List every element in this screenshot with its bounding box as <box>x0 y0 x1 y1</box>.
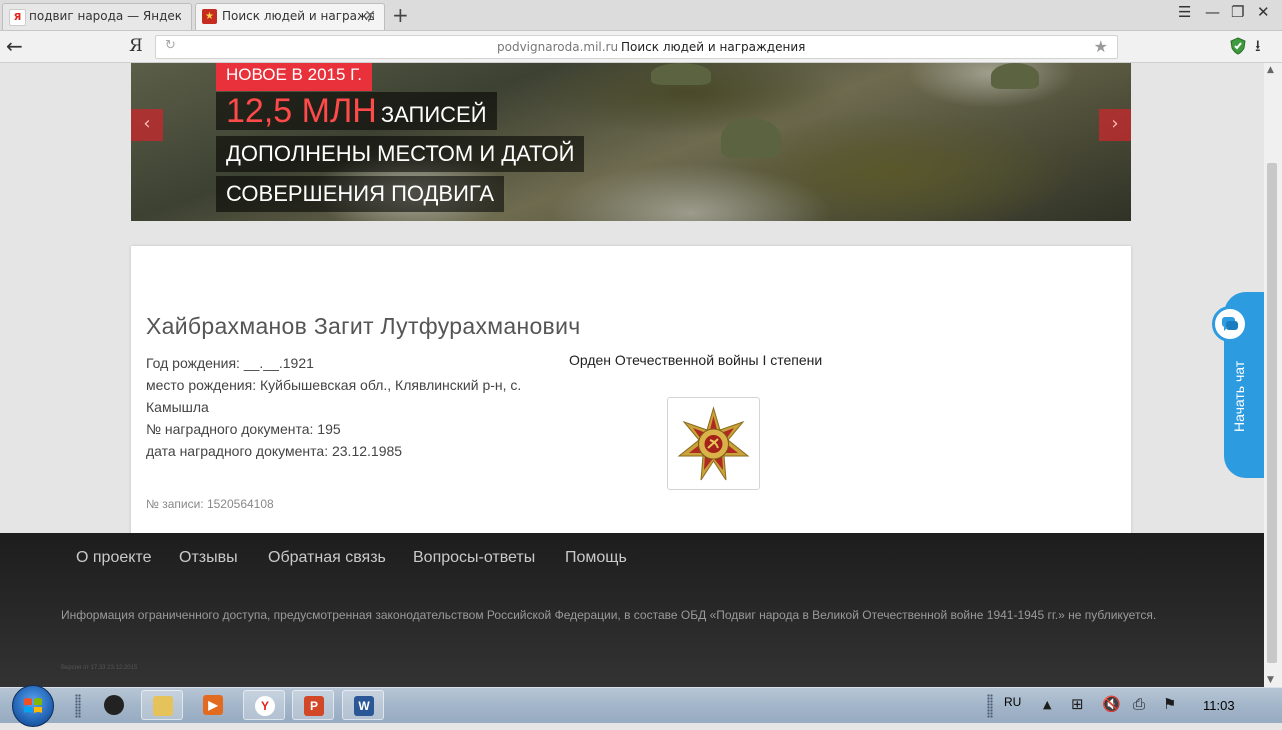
page-content: НОВОЕ В 2015 Г. 12,5 МЛН ЗАПИСЕЙ ДОПОЛНЕН… <box>0 63 1264 687</box>
url-page-title: Поиск людей и награждения <box>621 40 806 54</box>
promo-banner[interactable]: НОВОЕ В 2015 Г. 12,5 МЛН ЗАПИСЕЙ ДОПОЛНЕН… <box>131 63 1131 221</box>
banner-headline: 12,5 МЛН ЗАПИСЕЙ <box>216 92 497 130</box>
media-player-icon: ▶ <box>203 695 223 715</box>
browser-tab-bar: Я подвиг народа — Яндекс: на ★ Поиск люд… <box>0 0 1282 31</box>
app-icon <box>104 695 124 715</box>
award-document-date: дата наградного документа: 23.12.1985 <box>146 443 403 459</box>
site-version: Версия от 17.33 23.12.2015 <box>61 665 138 671</box>
start-button[interactable] <box>12 685 54 727</box>
footer-link-reviews[interactable]: Отзывы <box>179 549 238 567</box>
award-name-link[interactable]: Орден Отечественной войны I степени <box>569 352 822 368</box>
footer-link-faq[interactable]: Вопросы-ответы <box>413 549 535 567</box>
tab-yandex-search[interactable]: Я подвиг народа — Яндекс: на <box>2 3 192 30</box>
birth-year: Год рождения: __.__.1921 <box>146 355 314 371</box>
scroll-up-arrow-icon[interactable]: ▲ <box>1267 65 1274 75</box>
yandex-logo[interactable]: Я <box>129 36 143 56</box>
footer-disclaimer: Информация ограниченного доступа, предус… <box>61 608 1157 622</box>
close-tab-icon[interactable]: ✕ <box>364 4 376 29</box>
footer-link-about[interactable]: О проекте <box>76 549 151 567</box>
banner-line-3: СОВЕРШЕНИЯ ПОДВИГА <box>216 176 505 212</box>
chat-label: Начать чат <box>1231 360 1247 432</box>
windows-flag-icon[interactable]: ⊞ <box>1071 695 1084 713</box>
menu-icon[interactable]: ☰ <box>1178 3 1191 21</box>
birth-place: место рождения: Куйбышевская обл., Клявл… <box>146 377 522 415</box>
show-hidden-icons-icon[interactable]: ▲ <box>1043 698 1051 711</box>
taskbar-app-1[interactable] <box>93 690 135 720</box>
protect-shield-icon[interactable] <box>1229 37 1247 55</box>
banner-number: 12,5 МЛН <box>226 92 377 130</box>
taskbar-media-player[interactable]: ▶ <box>192 690 234 720</box>
person-card: Хайбрахманов Загит Лутфурахманович Год р… <box>131 246 1131 546</box>
address-bar-row: ← Я ↻ podvignaroda.mil.ru Поиск людей и … <box>0 31 1282 63</box>
scroll-down-arrow-icon[interactable]: ▼ <box>1267 675 1274 685</box>
slider-prev-button[interactable]: ‹ <box>131 109 163 141</box>
soldier-helmet-decor <box>991 63 1039 89</box>
taskbar-grip <box>75 694 81 718</box>
order-star-icon <box>677 406 750 481</box>
yandex-favicon-icon: Я <box>9 9 26 26</box>
taskbar-explorer[interactable] <box>141 690 183 720</box>
award-image[interactable] <box>667 397 760 490</box>
powerpoint-icon: P <box>304 696 324 716</box>
banner-headline-rest: ЗАПИСЕЙ <box>380 102 487 127</box>
minimize-icon[interactable]: — <box>1205 3 1220 21</box>
folder-icon <box>153 696 173 716</box>
word-icon: W <box>354 696 374 716</box>
new-tab-button[interactable]: + <box>392 3 409 27</box>
close-window-icon[interactable]: ✕ <box>1257 3 1270 21</box>
footer-link-feedback[interactable]: Обратная связь <box>268 549 386 567</box>
taskbar-word[interactable]: W <box>342 690 384 720</box>
banner-line-2: ДОПОЛНЕНЫ МЕСТОМ И ДАТОЙ <box>216 136 585 172</box>
chat-bubble-icon[interactable] <box>1212 306 1248 342</box>
taskbar-yandex-browser[interactable]: Y <box>243 690 285 720</box>
bookmark-star-icon[interactable]: ★ <box>1094 37 1108 56</box>
tab-title: подвиг народа — Яндекс: на <box>29 9 181 23</box>
yandex-browser-icon: Y <box>255 696 275 716</box>
site-footer: О проекте Отзывы Обратная связь Вопросы-… <box>0 533 1264 687</box>
back-arrow-icon[interactable]: ← <box>6 34 23 58</box>
action-center-flag-icon[interactable]: ⚑ <box>1163 695 1176 713</box>
scroll-thumb[interactable] <box>1267 163 1277 663</box>
download-icon[interactable]: ⭳ <box>1255 35 1261 62</box>
soldier-helmet-decor <box>721 118 781 158</box>
banner-badge: НОВОЕ В 2015 Г. <box>216 63 373 91</box>
page-scrollbar[interactable]: ▲ ▼ <box>1264 63 1282 687</box>
url-host: podvignaroda.mil.ru <box>497 40 619 54</box>
award-document-number: № наградного документа: 195 <box>146 421 341 437</box>
person-name: Хайбрахманов Загит Лутфурахманович <box>146 313 581 339</box>
taskbar-powerpoint[interactable]: P <box>292 690 334 720</box>
windows-logo-icon <box>24 698 42 713</box>
podvig-favicon-icon: ★ <box>202 9 217 24</box>
url-field[interactable]: ↻ podvignaroda.mil.ru Поиск людей и нагр… <box>155 35 1118 59</box>
soldier-helmet-decor <box>651 63 711 85</box>
volume-muted-icon[interactable]: 🔇 <box>1102 695 1121 713</box>
slider-next-button[interactable]: › <box>1099 109 1131 141</box>
language-indicator[interactable]: RU <box>1004 695 1021 709</box>
taskbar-clock[interactable]: 11:03 <box>1203 698 1235 713</box>
network-icon[interactable]: ⎙ <box>1133 695 1145 713</box>
windows-taskbar: ▶ Y P W RU ▲ ⊞ 🔇 ⎙ ⚑ 11:03 <box>0 685 1282 727</box>
tab-title: Поиск людей и награжде <box>222 9 374 23</box>
footer-link-help[interactable]: Помощь <box>565 549 627 567</box>
taskbar-grip <box>987 694 993 718</box>
restore-icon[interactable]: ❐ <box>1231 3 1244 21</box>
reload-icon[interactable]: ↻ <box>165 38 176 53</box>
tab-podvig-naroda[interactable]: ★ Поиск людей и награжде ✕ <box>195 3 385 30</box>
record-number: № записи: 1520564108 <box>146 497 274 511</box>
